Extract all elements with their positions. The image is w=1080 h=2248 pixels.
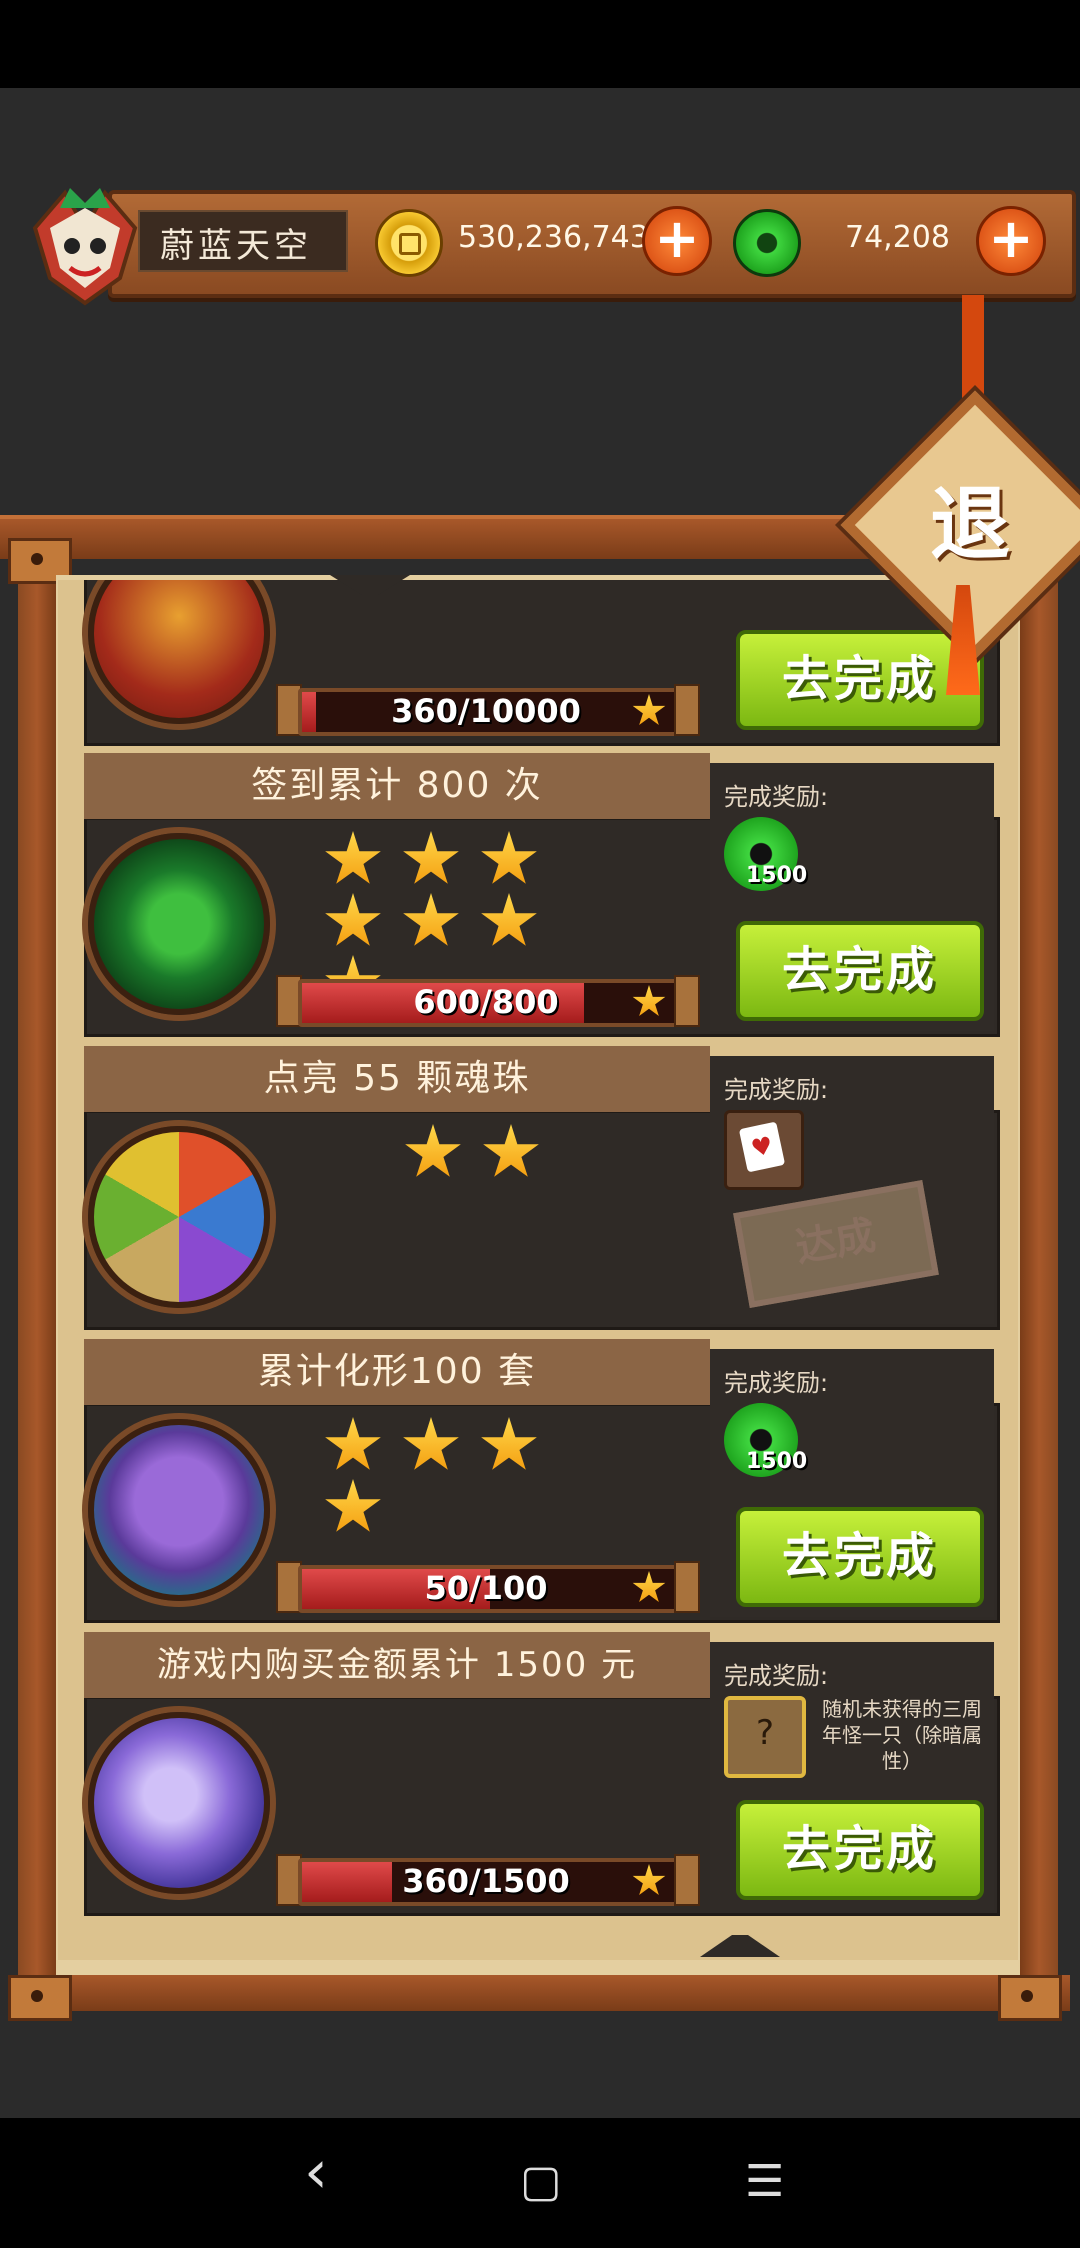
- task-title: 点亮 55 颗魂珠: [84, 1046, 710, 1112]
- star-icon: [325, 1417, 381, 1470]
- jade-amount: 74,208: [845, 220, 950, 255]
- frame-right: [1020, 540, 1058, 1990]
- task-progress: 600/800: [276, 975, 700, 1027]
- frame-corner-bottom-right: [998, 1975, 1062, 2021]
- go-complete-button[interactable]: 去完成: [736, 1507, 984, 1607]
- green-shrine-icon: [88, 833, 270, 1015]
- frame-corner-bottom-left: [8, 1975, 72, 2021]
- reward-description: 随机未获得的三周年怪一只（除暗属性）: [822, 1697, 982, 1773]
- go-complete-button[interactable]: 去完成: [736, 630, 984, 730]
- gold-coin-icon: [375, 209, 443, 277]
- star-icon: [325, 893, 381, 946]
- task-progress: 360/10000: [276, 684, 700, 736]
- reward-label: 完成奖励:: [724, 1662, 829, 1690]
- task-stars: [394, 1124, 684, 1186]
- task-card-gold: 360/10000 去完成: [84, 580, 1000, 746]
- star-icon: [481, 1417, 537, 1470]
- progress-text: 600/800: [413, 983, 559, 1021]
- progress-text: 50/100: [424, 1569, 548, 1607]
- jade-coin-icon: [733, 209, 801, 277]
- star-icon: [325, 1479, 381, 1532]
- star-icon: [481, 893, 537, 946]
- frame-bottom: [10, 1975, 1070, 2011]
- reward-label: 完成奖励:: [724, 783, 829, 811]
- star-icon: [403, 831, 459, 884]
- back-icon[interactable]: ‹: [304, 2142, 328, 2202]
- star-icon: [483, 1124, 539, 1177]
- task-card-soul-orbs: 完成奖励: 点亮 55 颗魂珠 达成: [84, 1046, 1000, 1330]
- reward-label: 完成奖励:: [724, 1369, 829, 1397]
- crystal-shell-icon: [88, 1712, 270, 1894]
- task-title: 累计化形100 套: [84, 1339, 710, 1405]
- task-title: 游戏内购买金额累计 1500 元: [84, 1632, 710, 1698]
- go-complete-button[interactable]: 去完成: [736, 921, 984, 1021]
- progress-cap-right: [674, 1561, 700, 1613]
- progress-text: 360/1500: [402, 1862, 570, 1900]
- task-list[interactable]: 360/10000 去完成 完成奖励: 1500 签到累计 800 次 600/…: [58, 580, 1018, 1960]
- star-icon: [403, 1417, 459, 1470]
- soul-orbs-icon: [88, 1126, 270, 1308]
- progress-cap-right: [674, 684, 700, 736]
- mystery-monster-icon: ?: [724, 1696, 806, 1778]
- progress-cap-right: [674, 975, 700, 1027]
- star-icon: [325, 831, 381, 884]
- progress-text: 360/10000: [391, 692, 581, 730]
- gold-amount: 530,236,743: [458, 220, 649, 255]
- star-icon: [405, 1124, 461, 1177]
- card-icon: [724, 1110, 804, 1190]
- task-progress: 360/1500: [276, 1854, 700, 1906]
- go-complete-button[interactable]: 去完成: [736, 1800, 984, 1900]
- frame-left: [18, 540, 56, 1990]
- status-bar: [0, 0, 1080, 88]
- player-name: 蔚蓝天空: [160, 226, 312, 266]
- progress-cap-right: [674, 1854, 700, 1906]
- task-card-transform: 完成奖励: 1500 累计化形100 套 50/100 去完成: [84, 1339, 1000, 1623]
- add-gold-button[interactable]: +: [642, 206, 712, 276]
- add-jade-button[interactable]: +: [976, 206, 1046, 276]
- task-stars: [314, 1417, 604, 1541]
- task-progress: 50/100: [276, 1561, 700, 1613]
- star-icon: [403, 893, 459, 946]
- reward-label: 完成奖励:: [724, 1076, 829, 1104]
- home-icon[interactable]: ▢: [520, 2160, 562, 2204]
- wizard-hat-icon: [88, 1419, 270, 1601]
- task-title: 签到累计 800 次: [84, 753, 710, 819]
- task-card-purchase: 完成奖励: ? 随机未获得的三周年怪一只（除暗属性） 游戏内购买金额累计 150…: [84, 1632, 1000, 1916]
- task-card-signin: 完成奖励: 1500 签到累计 800 次 600/800 去完成: [84, 753, 1000, 1037]
- reward-count: 1500: [746, 863, 808, 888]
- menu-icon[interactable]: ☰: [745, 2160, 784, 2204]
- reward-count: 1500: [746, 1449, 808, 1474]
- star-icon: [481, 831, 537, 884]
- exit-label[interactable]: 退: [895, 460, 1045, 576]
